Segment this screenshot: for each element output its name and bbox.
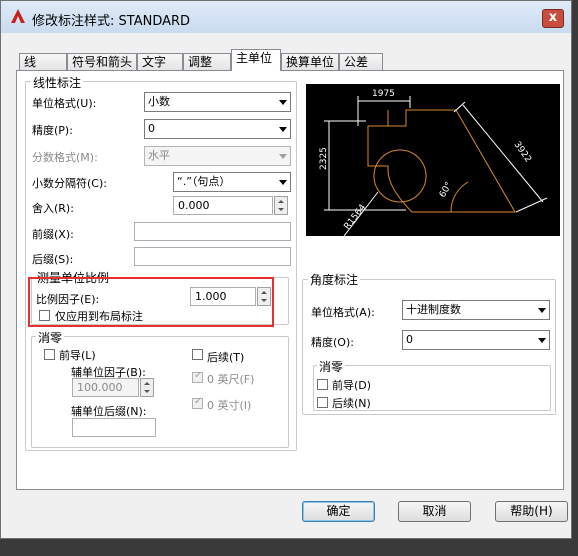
chevron-down-icon: [538, 308, 546, 313]
fraction-format-label: 分数格式(M):: [32, 151, 98, 164]
angular-precision-value: 0: [406, 333, 413, 346]
unit-format-select[interactable]: 小数: [144, 92, 291, 112]
prefix-input[interactable]: [134, 222, 291, 241]
decimal-separator-select[interactable]: “.”（句点）: [173, 172, 291, 192]
zero-feet-label: 0 英尺(F): [207, 373, 255, 386]
tab-tolerances[interactable]: 公差: [339, 53, 383, 70]
sub-unit-suffix-label: 辅单位后缀(N):: [71, 405, 147, 418]
unit-format-label: 单位格式(U):: [32, 97, 97, 110]
dialog-window: 修改标注样式: STANDARD x 线 符号和箭头 文字 调整 主单位 换算单…: [0, 0, 572, 539]
chevron-down-icon: [279, 180, 287, 185]
roundoff-label: 舍入(R):: [32, 202, 74, 215]
dim-top-label: 1975: [372, 89, 395, 99]
suffix-input[interactable]: [134, 247, 291, 266]
preview-drawing: 1975 2325 3922 60° R1564: [319, 89, 548, 237]
spin-down-icon: [144, 390, 150, 393]
dim-angle-label: 60°: [438, 181, 455, 200]
ok-button[interactable]: 确定: [302, 501, 375, 522]
decimal-separator-value: “.”（句点）: [177, 175, 231, 188]
suffix-label: 后缀(S):: [32, 253, 74, 266]
fraction-format-select[interactable]: 水平: [144, 146, 291, 166]
dim-right-label: 3922: [512, 140, 533, 164]
close-icon: x: [548, 10, 558, 25]
sub-unit-suffix-input[interactable]: [72, 418, 156, 437]
angular-unit-format-label: 单位格式(A):: [311, 306, 375, 319]
window-title: 修改标注样式: STANDARD: [32, 14, 191, 29]
highlight-box: [28, 277, 274, 327]
help-button[interactable]: 帮助(H): [495, 501, 568, 522]
tab-alternate-units[interactable]: 换算单位: [281, 53, 339, 70]
angular-leading-label: 前导(D): [332, 379, 372, 392]
chevron-down-icon: [538, 338, 546, 343]
dim-radius-label: R1564: [342, 202, 368, 231]
chevron-down-icon: [279, 154, 287, 159]
prefix-label: 前缀(X):: [32, 228, 74, 241]
angular-zero-suppression-title: 消零: [317, 358, 346, 375]
zero-inches-label: 0 英寸(I): [207, 399, 252, 412]
tab-primary-units[interactable]: 主单位: [231, 49, 281, 71]
angular-unit-format-value: 十进制度数: [406, 303, 461, 316]
roundoff-input[interactable]: 0.000: [173, 196, 273, 215]
chevron-down-icon: [279, 100, 287, 105]
angular-unit-format-select[interactable]: 十进制度数: [402, 300, 550, 320]
angular-trailing-checkbox[interactable]: [317, 397, 328, 408]
spin-up-icon: [278, 200, 284, 203]
decimal-separator-label: 小数分隔符(C):: [32, 177, 107, 190]
unit-format-value: 小数: [148, 95, 170, 108]
sub-unit-factor-input[interactable]: 100.000: [72, 378, 139, 397]
zero-suppression-title: 消零: [36, 329, 65, 346]
roundoff-spinner[interactable]: [274, 196, 288, 215]
check-icon: ✓: [194, 370, 203, 381]
trailing-zero-label: 后续(T): [207, 351, 245, 364]
close-button[interactable]: x: [542, 9, 564, 28]
spin-down-icon: [278, 208, 284, 211]
angular-precision-label: 精度(O):: [311, 336, 354, 349]
autocad-app-icon: [9, 7, 27, 25]
precision-value: 0: [148, 122, 155, 135]
dimension-preview: 1975 2325 3922 60° R1564: [306, 84, 560, 237]
precision-label: 精度(P):: [32, 124, 73, 137]
tab-text[interactable]: 文字: [137, 53, 183, 70]
check-icon: ✓: [194, 396, 203, 407]
tab-symbols-arrows[interactable]: 符号和箭头: [67, 53, 137, 70]
dim-left-label: 2325: [319, 147, 329, 170]
tab-lines[interactable]: 线: [19, 53, 67, 70]
chevron-down-icon: [279, 127, 287, 132]
leading-zero-label: 前导(L): [59, 349, 96, 362]
leading-zero-checkbox[interactable]: [44, 349, 55, 360]
spin-up-icon: [144, 382, 150, 385]
angular-precision-select[interactable]: 0: [402, 330, 550, 350]
precision-select[interactable]: 0: [144, 119, 291, 139]
angular-leading-checkbox[interactable]: [317, 379, 328, 390]
linear-dimensions-title: 线性标注: [31, 74, 84, 91]
trailing-zero-checkbox[interactable]: [192, 349, 203, 360]
zero-inches-checkbox[interactable]: ✓: [192, 396, 203, 409]
title-bar: 修改标注样式: STANDARD x: [1, 1, 571, 33]
sub-unit-factor-spinner[interactable]: [140, 378, 154, 397]
angular-trailing-label: 后续(N): [332, 397, 371, 410]
fraction-format-value: 水平: [148, 149, 170, 162]
zero-feet-checkbox[interactable]: ✓: [192, 370, 203, 383]
cancel-button[interactable]: 取消: [398, 501, 471, 522]
angular-dimensions-title: 角度标注: [308, 271, 361, 288]
tab-fit[interactable]: 调整: [183, 53, 231, 70]
